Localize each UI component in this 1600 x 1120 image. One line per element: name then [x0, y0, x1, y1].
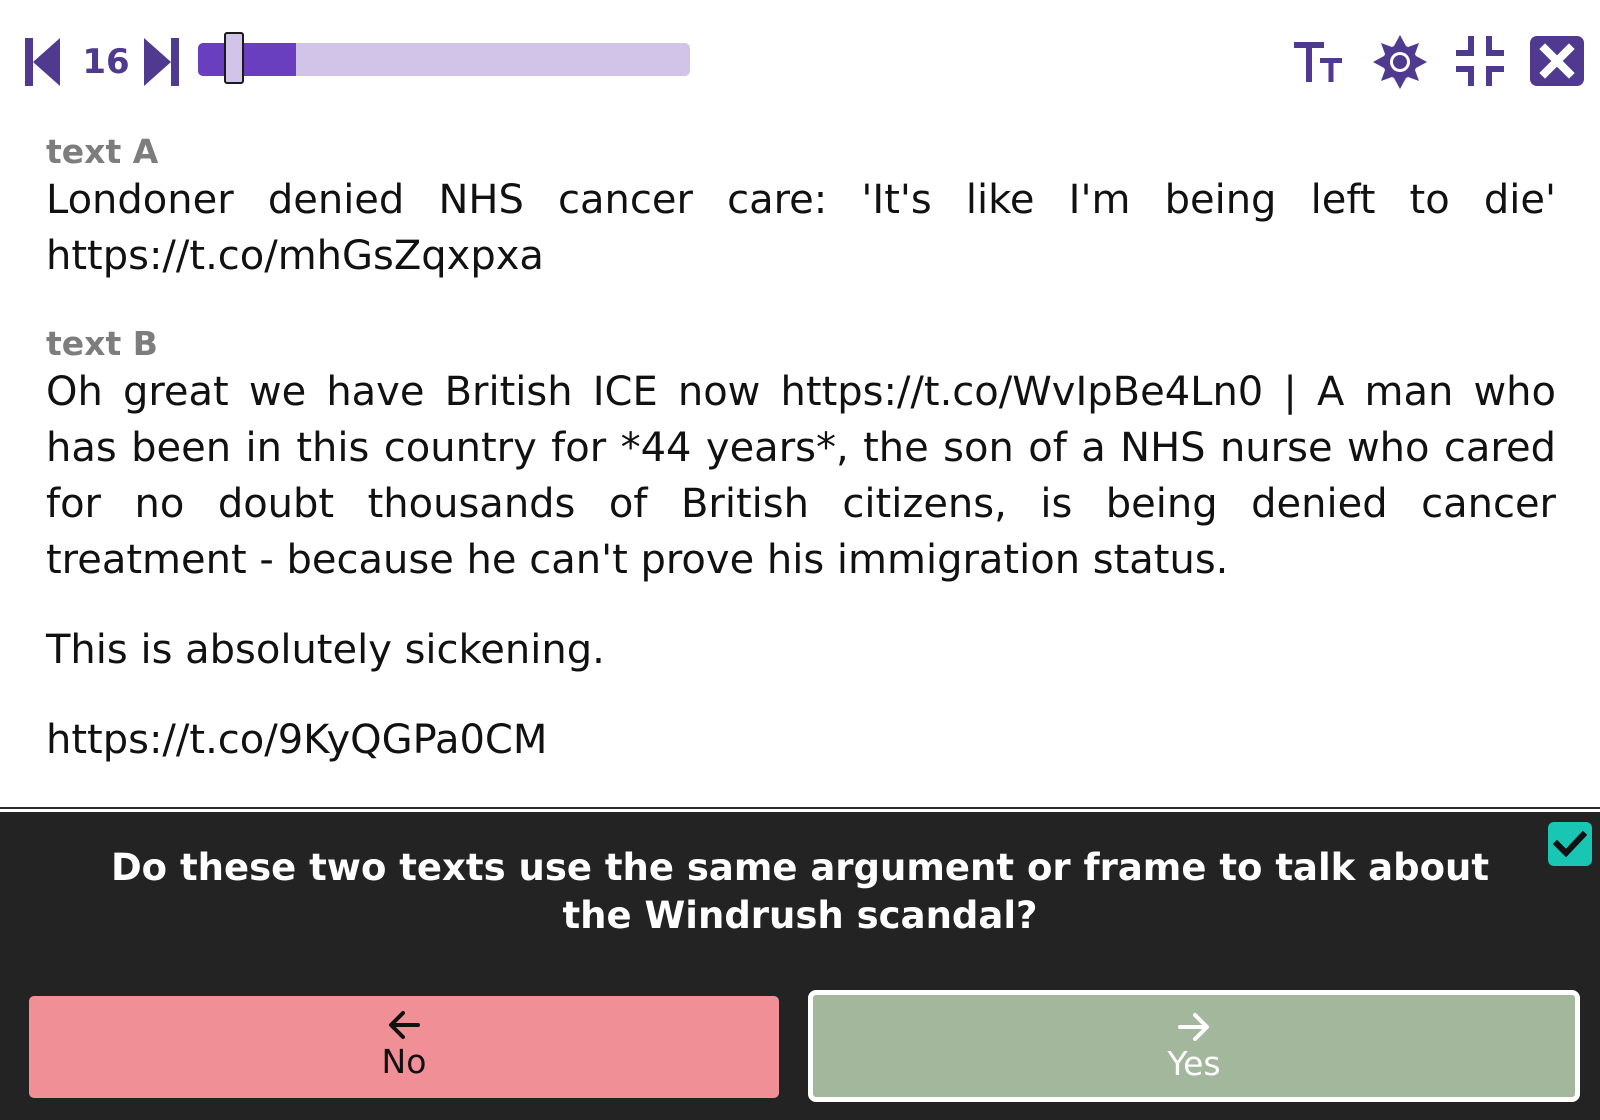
texts-content: text A Londoner denied NHS cancer care: … [46, 128, 1556, 768]
no-button[interactable]: No [29, 996, 779, 1098]
confirm-checkbox[interactable] [1548, 822, 1592, 866]
panel-divider [0, 807, 1600, 809]
skip-next-icon [144, 38, 179, 86]
question-panel: Do these two texts use the same argument… [0, 812, 1600, 1120]
text-b-label: text B [46, 324, 158, 363]
text-b-paragraph: This is absolutely sickening. [46, 627, 605, 673]
close-icon [1530, 36, 1584, 86]
text-b-paragraph: Oh great we have British ICE now https:/… [46, 369, 1556, 583]
progress-slider[interactable] [198, 32, 690, 84]
yes-button[interactable]: Yes [808, 990, 1580, 1102]
brightness-button[interactable] [1371, 34, 1429, 90]
toolbar: 16 [0, 0, 1600, 120]
no-button-label: No [381, 1042, 427, 1081]
font-size-icon [1294, 42, 1342, 82]
exit-fullscreen-button[interactable] [1452, 34, 1510, 90]
progress-slider-handle[interactable] [224, 32, 244, 84]
arrow-right-icon [1178, 1013, 1209, 1041]
close-button[interactable] [1528, 34, 1586, 90]
brightness-icon [1373, 35, 1427, 89]
collapse-icon [1456, 36, 1504, 86]
text-a-body: Londoner denied NHS cancer care: 'It's l… [46, 177, 1556, 279]
item-counter: 16 [82, 42, 130, 82]
check-icon [1552, 830, 1588, 858]
skip-previous-icon [25, 38, 60, 86]
arrow-left-icon [389, 1011, 420, 1039]
previous-item-button[interactable] [22, 36, 62, 88]
text-b-paragraph: https://t.co/9KyQGPa0CM [46, 717, 548, 763]
progress-fill [198, 43, 296, 76]
font-size-button[interactable] [1292, 34, 1350, 90]
next-item-button[interactable] [142, 36, 182, 88]
yes-button-label: Yes [1167, 1044, 1221, 1083]
question-text: Do these two texts use the same argument… [110, 846, 1490, 937]
text-a-label: text A [46, 132, 159, 171]
